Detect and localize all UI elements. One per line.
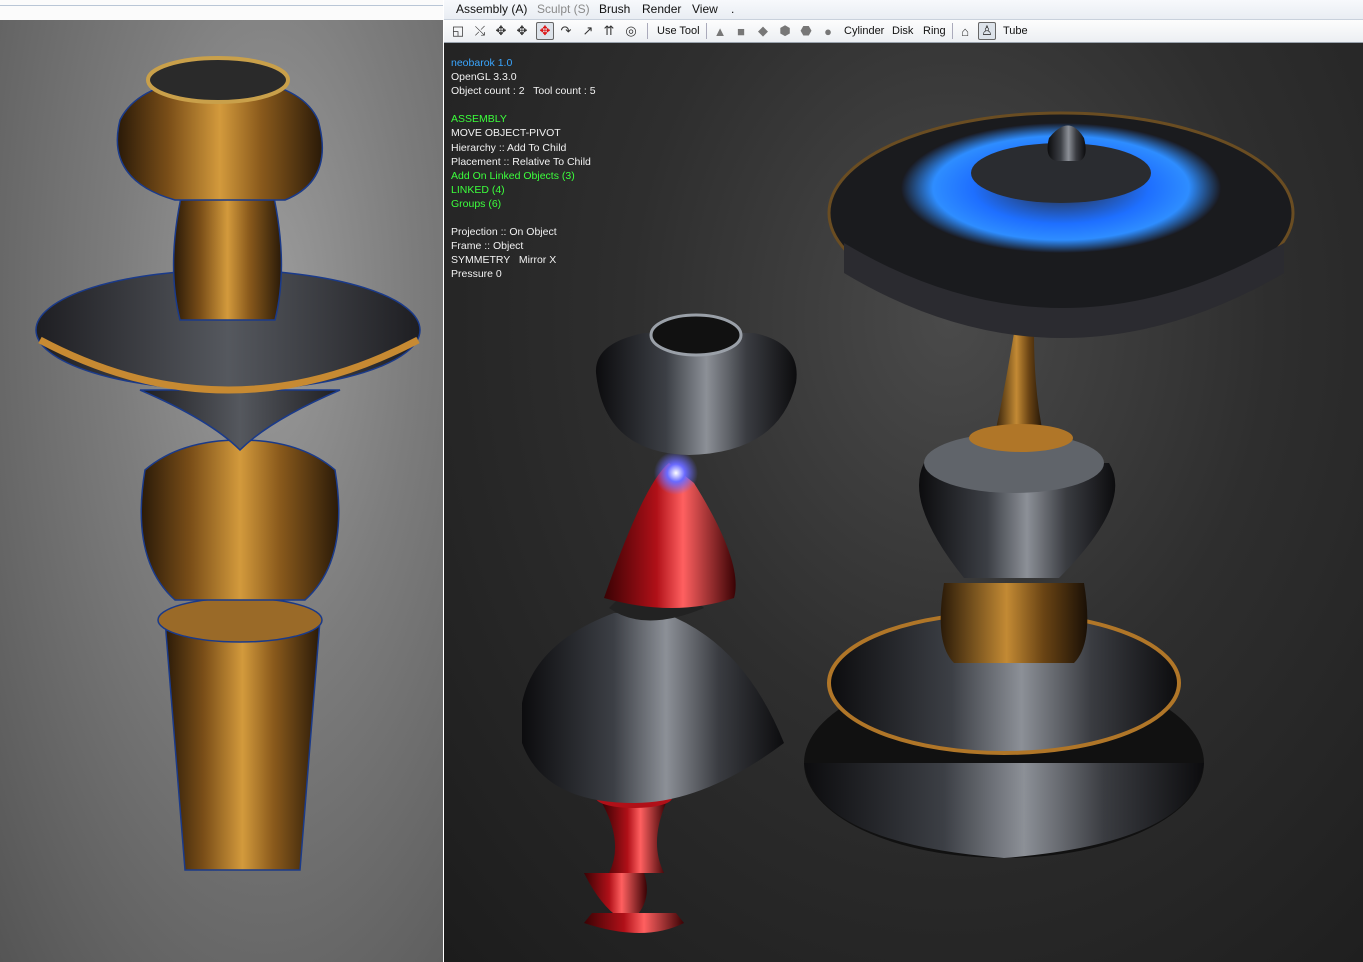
- hud-hierarchy: Hierarchy :: Add To Child: [451, 141, 567, 154]
- cone-icon[interactable]: ▲: [711, 22, 729, 40]
- toolbar-separator: [952, 23, 953, 39]
- hud-projection: Projection :: On Object: [451, 226, 557, 239]
- translate-tool-icon[interactable]: ✥: [513, 22, 531, 40]
- left-top-line: [0, 5, 443, 6]
- pivot-tool-icon[interactable]: ✥: [536, 22, 554, 40]
- menu-assembly[interactable]: Assembly (A): [456, 2, 527, 16]
- hud-counts: Object count : 2 Tool count : 5: [451, 85, 596, 98]
- disk-button[interactable]: Disk: [892, 22, 913, 40]
- hud-action: MOVE OBJECT-PIVOT: [451, 127, 561, 140]
- hud-pressure: Pressure 0: [451, 268, 502, 281]
- cube-icon[interactable]: ■: [732, 22, 750, 40]
- hud-mode: ASSEMBLY: [451, 113, 507, 126]
- hud-groups: Groups (6): [451, 197, 502, 210]
- move-tool-icon[interactable]: ✥: [492, 22, 510, 40]
- hud-spacer: [451, 211, 596, 225]
- icosahedron-icon[interactable]: ⬣: [797, 22, 815, 40]
- target-icon[interactable]: ◎: [622, 22, 640, 40]
- arrow-tool-icon[interactable]: ↗: [579, 22, 597, 40]
- dodecahedron-icon[interactable]: ⬢: [776, 22, 794, 40]
- toolbar-separator: [647, 23, 648, 39]
- use-tool-button[interactable]: Use Tool: [657, 22, 700, 40]
- menu-bar: Assembly (A) Sculpt (S) Brush Render Vie…: [444, 0, 1363, 20]
- hud-overlay: neobarok 1.0 OpenGL 3.3.0 Object count :…: [451, 56, 596, 282]
- scale-tool-icon[interactable]: ↷: [557, 22, 575, 40]
- align-up-icon[interactable]: ⇈: [600, 22, 618, 40]
- toolbar-separator: [706, 23, 707, 39]
- 3d-viewport[interactable]: neobarok 1.0 OpenGL 3.3.0 Object count :…: [444, 43, 1363, 962]
- left-render-pane: [0, 20, 443, 962]
- octahedron-icon[interactable]: ◆: [754, 22, 772, 40]
- lathe-icon[interactable]: ⌂: [956, 22, 974, 40]
- toolbar: ◱ ⤯ ✥ ✥ ✥ ↷ ↗ ⇈ ◎ Use Tool ▲ ■ ◆ ⬢ ⬣ ● C…: [444, 20, 1363, 43]
- hud-app-name: neobarok 1.0: [451, 57, 513, 69]
- cylinder-button[interactable]: Cylinder: [844, 22, 884, 40]
- menu-sculpt[interactable]: Sculpt (S): [537, 2, 590, 16]
- hud-linked: LINKED (4): [451, 183, 505, 196]
- hud-opengl: OpenGL 3.3.0: [451, 71, 517, 84]
- menu-extra[interactable]: .: [731, 2, 734, 16]
- hud-placement: Placement :: Relative To Child: [451, 155, 591, 168]
- ring-button[interactable]: Ring: [923, 22, 946, 40]
- menu-render[interactable]: Render: [642, 2, 681, 16]
- frame-icon[interactable]: ◱: [449, 22, 467, 40]
- baluster-render: [35, 56, 421, 871]
- hud-spacer: [451, 98, 596, 112]
- left-top-strip: [0, 0, 443, 20]
- tube-button[interactable]: Tube: [1003, 22, 1028, 40]
- hud-frame: Frame :: Object: [451, 240, 524, 253]
- hud-symmetry: SYMMETRY Mirror X: [451, 254, 557, 267]
- rotate-tool-icon[interactable]: ⤯: [471, 22, 489, 40]
- hud-add-on-linked: Add On Linked Objects (3): [451, 169, 575, 182]
- menu-view[interactable]: View: [692, 2, 718, 16]
- menu-brush[interactable]: Brush: [599, 2, 630, 16]
- tube-tool-icon[interactable]: ♙: [978, 22, 996, 40]
- sphere-icon[interactable]: ●: [819, 22, 837, 40]
